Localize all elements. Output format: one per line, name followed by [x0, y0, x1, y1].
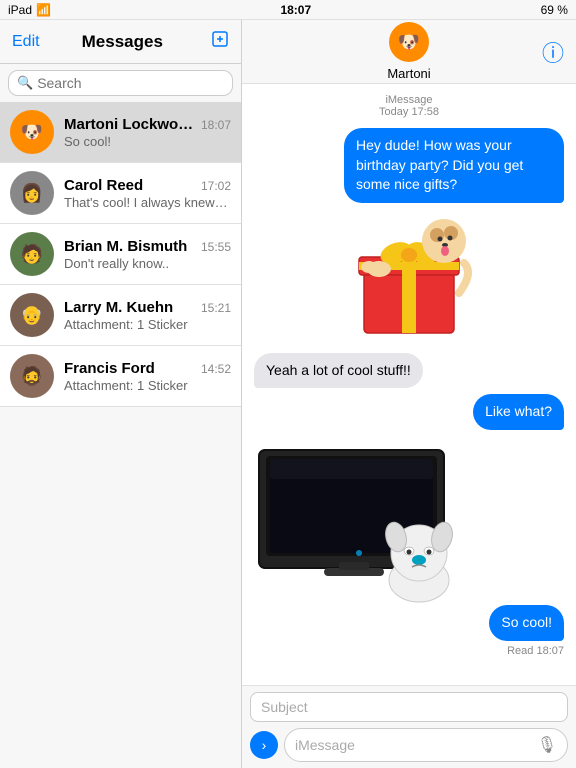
- gift-sticker: [344, 213, 474, 343]
- meta-service: iMessage: [385, 94, 432, 106]
- message-input-row: › iMessage 🎙: [250, 728, 568, 762]
- sticker-gift-area: [254, 213, 564, 343]
- compose-button[interactable]: [205, 30, 229, 53]
- message-meta: iMessage Today 17:58: [254, 94, 564, 118]
- search-icon: 🔍: [17, 75, 33, 91]
- message-row: So cool!: [254, 605, 564, 641]
- subject-placeholder: Subject: [261, 699, 308, 715]
- conv-time: 14:52: [201, 362, 231, 376]
- left-header: Edit Messages: [0, 20, 241, 64]
- conv-time: 18:07: [201, 118, 231, 132]
- mic-icon: 🎙: [537, 735, 557, 755]
- message-bubble-sent: Like what?: [473, 394, 564, 430]
- message-row: Like what?: [254, 394, 564, 430]
- status-bar-right: 69 %: [541, 3, 568, 17]
- conversation-item-martoni[interactable]: 🐶 Martoni Lockwood 18:07 So cool!: [0, 102, 241, 163]
- conv-preview: Attachment: 1 Sticker: [64, 378, 231, 393]
- read-receipt: Read 18:07: [254, 645, 564, 657]
- message-input-wrap[interactable]: iMessage 🎙: [284, 728, 568, 762]
- device-label: iPad: [8, 3, 32, 17]
- conv-info: Carol Reed 17:02 That's cool! I always kne…: [64, 177, 231, 210]
- conv-info: Larry M. Kuehn 15:21 Attachment: 1 Sticker: [64, 299, 231, 332]
- conv-info: Martoni Lockwood 18:07 So cool!: [64, 116, 231, 149]
- conversation-item-brian[interactable]: 🧑 Brian M. Bismuth 15:55 Don't really know.…: [0, 224, 241, 285]
- battery-label: 69 %: [541, 3, 568, 17]
- wifi-icon: 📶: [36, 3, 51, 17]
- status-bar: iPad 📶 18:07 69 %: [0, 0, 576, 20]
- message-row: Hey dude! How was your birthday party? D…: [254, 128, 564, 203]
- subject-input[interactable]: Subject: [250, 692, 568, 722]
- send-button[interactable]: ›: [250, 731, 278, 759]
- sticker-tv-area: [254, 440, 564, 595]
- chat-messages[interactable]: iMessage Today 17:58 Hey dude! How was y…: [242, 84, 576, 685]
- message-placeholder: iMessage: [295, 737, 355, 753]
- main-layout: Edit Messages 🔍 🐶 Martoni Lockwood 18:07 So…: [0, 20, 576, 768]
- conv-preview: Don't really know..: [64, 256, 231, 271]
- meta-time: Today 17:58: [379, 106, 439, 118]
- avatar: 👴: [10, 293, 54, 337]
- info-button[interactable]: ⓘ: [542, 36, 564, 68]
- status-bar-time: 18:07: [280, 3, 311, 17]
- avatar: 👩: [10, 171, 54, 215]
- chat-header-name: Martoni: [387, 66, 430, 81]
- chat-header-info: 🐶 Martoni: [387, 22, 430, 81]
- conversation-item-carol[interactable]: 👩 Carol Reed 17:02 That's cool! I always kn…: [0, 163, 241, 224]
- send-icon: ›: [262, 737, 267, 753]
- conv-time: 17:02: [201, 179, 231, 193]
- tv-sticker-wrap: [254, 440, 454, 595]
- conv-preview: That's cool! I always knew they would ma…: [64, 195, 231, 210]
- conversation-list: 🐶 Martoni Lockwood 18:07 So cool! 👩 Carol Ree…: [0, 102, 241, 768]
- conv-preview: Attachment: 1 Sticker: [64, 317, 231, 332]
- chat-header-avatar: 🐶: [389, 22, 429, 62]
- conversation-item-francis[interactable]: 🧔 Francis Ford 14:52 Attachment: 1 Sticker: [0, 346, 241, 407]
- conv-info: Brian M. Bismuth 15:55 Don't really know..: [64, 238, 231, 271]
- avatar: 🧑: [10, 232, 54, 276]
- conv-name: Larry M. Kuehn: [64, 299, 173, 316]
- conv-name: Carol Reed: [64, 177, 143, 194]
- right-panel: 🐶 Martoni ⓘ iMessage Today 17:58 Hey dud…: [242, 20, 576, 768]
- chat-input-area: Subject › iMessage 🎙: [242, 685, 576, 768]
- message-bubble-sent: Hey dude! How was your birthday party? D…: [344, 128, 564, 203]
- search-bar[interactable]: 🔍: [8, 70, 233, 96]
- left-panel: Edit Messages 🔍 🐶 Martoni Lockwood 18:07 So…: [0, 20, 242, 768]
- edit-button[interactable]: Edit: [12, 33, 40, 51]
- conv-preview: So cool!: [64, 134, 231, 149]
- avatar: 🧔: [10, 354, 54, 398]
- messages-title: Messages: [40, 32, 205, 52]
- search-input[interactable]: [37, 75, 224, 91]
- conv-name: Martoni Lockwood: [64, 116, 194, 133]
- chat-header: 🐶 Martoni ⓘ: [242, 20, 576, 84]
- conv-time: 15:55: [201, 240, 231, 254]
- status-bar-left: iPad 📶: [8, 3, 51, 17]
- conversation-item-larry[interactable]: 👴 Larry M. Kuehn 15:21 Attachment: 1 Sticke…: [0, 285, 241, 346]
- conv-name: Brian M. Bismuth: [64, 238, 187, 255]
- message-row: Yeah a lot of cool stuff!!: [254, 353, 564, 389]
- message-bubble-sent: So cool!: [489, 605, 564, 641]
- conv-name: Francis Ford: [64, 360, 155, 377]
- conv-info: Francis Ford 14:52 Attachment: 1 Sticker: [64, 360, 231, 393]
- message-bubble-received: Yeah a lot of cool stuff!!: [254, 353, 423, 389]
- conv-time: 15:21: [201, 301, 231, 315]
- avatar: 🐶: [10, 110, 54, 154]
- dog-sticker: [374, 515, 464, 605]
